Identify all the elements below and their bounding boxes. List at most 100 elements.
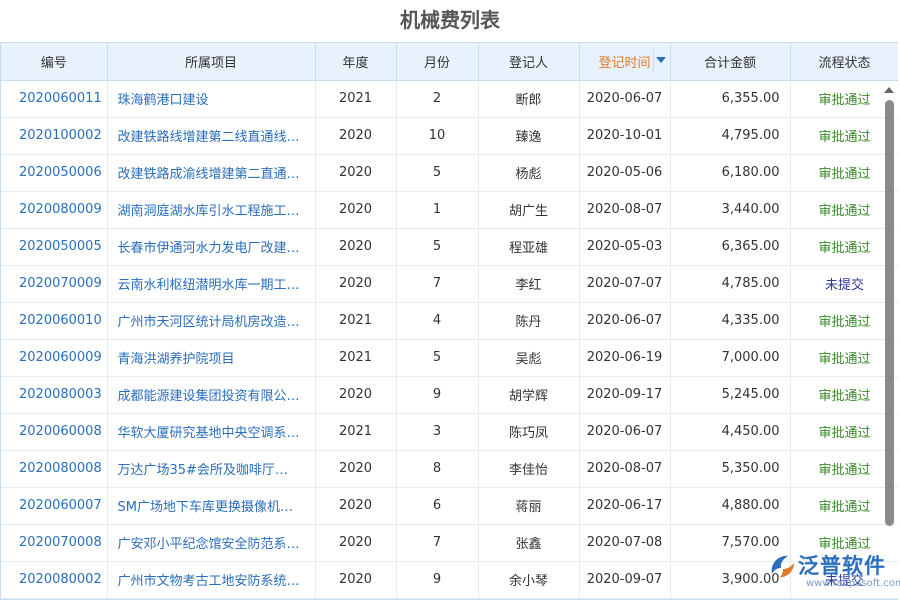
- cell-month: 3: [396, 413, 479, 451]
- cell-date: 2020-06-19: [579, 339, 671, 377]
- column-header-code[interactable]: 编号: [1, 43, 108, 81]
- cell-person: 张鑫: [478, 524, 580, 562]
- cell-date: 2020-08-07: [579, 191, 671, 229]
- cell-code[interactable]: 2020060008: [1, 413, 108, 451]
- cell-year: 2021: [315, 413, 397, 451]
- table-row[interactable]: 2020080002 广州市文物考古工地安防系统… 2020 9 余小琴 2020-09-…: [1, 561, 898, 599]
- cell-project[interactable]: 广安邓小平纪念馆安全防范系…: [107, 524, 316, 562]
- page-title: 机械费列表: [400, 8, 500, 32]
- cell-month: 5: [396, 228, 479, 266]
- cell-month: 6: [396, 487, 479, 525]
- cell-project[interactable]: 青海洪湖养护院项目: [107, 339, 316, 377]
- cell-project[interactable]: 成都能源建设集团投资有限公…: [107, 376, 316, 414]
- cell-project[interactable]: 广州市文物考古工地安防系统…: [107, 561, 316, 599]
- vertical-scrollbar-thumb[interactable]: [885, 100, 894, 526]
- cell-code[interactable]: 2020070009: [1, 265, 108, 303]
- cell-code[interactable]: 2020080008: [1, 450, 108, 488]
- cell-project[interactable]: SM广场地下车库更换摄像机…: [107, 487, 316, 525]
- cell-project[interactable]: 华软大厦研究基地中央空调系…: [107, 413, 316, 451]
- cell-code[interactable]: 2020080009: [1, 191, 108, 229]
- column-header-status[interactable]: 流程状态: [790, 43, 898, 81]
- cell-code[interactable]: 2020050005: [1, 228, 108, 266]
- cell-person: 李红: [478, 265, 580, 303]
- cell-project[interactable]: 广州市天河区统计局机房改造…: [107, 302, 316, 340]
- cell-person: 杨彪: [478, 154, 580, 192]
- cell-status: 审批通过: [790, 80, 898, 118]
- cell-project[interactable]: 改建铁路成渝线增建第二直通…: [107, 154, 316, 192]
- table-row[interactable]: 2020070009 云南水利枢纽潜明水库一期工… 2020 7 李红 2020-07-0…: [1, 265, 898, 303]
- table-header-row: 编号 所属项目 年度 月份 登记人 登记时间 合计金额 流程状态: [1, 43, 898, 81]
- cell-person: 胡广生: [478, 191, 580, 229]
- cell-status: 审批通过: [790, 339, 898, 377]
- table-row[interactable]: 2020050005 长春市伊通河水力发电厂改建… 2020 5 程亚雄 2020-05-…: [1, 228, 898, 266]
- cell-status: 审批通过: [790, 376, 898, 414]
- table-row[interactable]: 2020080008 万达广场35#会所及咖啡厅空… 2020 8 李佳怡 2020-08…: [1, 450, 898, 488]
- cell-person: 蒋丽: [478, 487, 580, 525]
- cell-month: 9: [396, 376, 479, 414]
- cell-amount: 5,245.00: [670, 376, 791, 414]
- table-row[interactable]: 2020080009 湖南洞庭湖水库引水工程施工Ⅰ标 2020 1 胡广生 2020-08…: [1, 191, 898, 229]
- cell-person: 吴彪: [478, 339, 580, 377]
- table-row[interactable]: 2020060009 青海洪湖养护院项目 2021 5 吴彪 2020-06-19 7,00…: [1, 339, 898, 377]
- column-header-date[interactable]: 登记时间: [579, 43, 671, 81]
- column-header-year[interactable]: 年度: [315, 43, 397, 81]
- cell-month: 5: [396, 154, 479, 192]
- cell-status: 审批通过: [790, 413, 898, 451]
- cell-amount: 6,180.00: [670, 154, 791, 192]
- table-row[interactable]: 2020050006 改建铁路成渝线增建第二直通… 2020 5 杨彪 2020-05-0…: [1, 154, 898, 192]
- cell-project[interactable]: 万达广场35#会所及咖啡厅空…: [107, 450, 316, 488]
- cell-date: 2020-07-08: [579, 524, 671, 562]
- cell-date: 2020-05-03: [579, 228, 671, 266]
- cell-year: 2021: [315, 339, 397, 377]
- cell-amount: 6,355.00: [670, 80, 791, 118]
- cell-project[interactable]: 改建铁路线增建第二线直通线…: [107, 117, 316, 155]
- table-row[interactable]: 2020060007 SM广场地下车库更换摄像机… 2020 6 蒋丽 2020-06-1…: [1, 487, 898, 525]
- column-header-person[interactable]: 登记人: [478, 43, 580, 81]
- cell-status: 审批通过: [790, 487, 898, 525]
- cell-status: 审批通过: [790, 154, 898, 192]
- cell-month: 8: [396, 450, 479, 488]
- column-header-month[interactable]: 月份: [396, 43, 479, 81]
- cell-date: 2020-10-01: [579, 117, 671, 155]
- table-row[interactable]: 2020080003 成都能源建设集团投资有限公… 2020 9 胡学辉 2020-09-…: [1, 376, 898, 414]
- cell-code[interactable]: 2020070008: [1, 524, 108, 562]
- cell-year: 2020: [315, 450, 397, 488]
- cell-code[interactable]: 2020080003: [1, 376, 108, 414]
- cell-month: 5: [396, 339, 479, 377]
- cell-year: 2020: [315, 191, 397, 229]
- cell-code[interactable]: 2020060010: [1, 302, 108, 340]
- column-header-project[interactable]: 所属项目: [107, 43, 316, 81]
- table-row[interactable]: 2020060008 华软大厦研究基地中央空调系… 2021 3 陈巧凤 2020-06-…: [1, 413, 898, 451]
- cell-code[interactable]: 2020060009: [1, 339, 108, 377]
- cell-year: 2020: [315, 228, 397, 266]
- cell-project[interactable]: 长春市伊通河水力发电厂改建…: [107, 228, 316, 266]
- brand-logo-icon: [771, 555, 794, 578]
- sort-divider: [652, 49, 654, 73]
- cell-code[interactable]: 2020060007: [1, 487, 108, 525]
- table-body: 2020060011 珠海鹤港口建设 2021 2 断郎 2020-06-07 6,355.…: [1, 80, 898, 599]
- cell-month: 1: [396, 191, 479, 229]
- cell-status: 审批通过: [790, 450, 898, 488]
- cell-year: 2020: [315, 265, 397, 303]
- table-row[interactable]: 2020070008 广安邓小平纪念馆安全防范系… 2020 7 张鑫 2020-07-0…: [1, 524, 898, 562]
- cell-month: 7: [396, 524, 479, 562]
- cell-project[interactable]: 湖南洞庭湖水库引水工程施工Ⅰ标: [107, 191, 316, 229]
- sort-desc-icon[interactable]: [655, 57, 666, 63]
- table-row[interactable]: 2020060010 广州市天河区统计局机房改造… 2021 4 陈丹 2020-06-0…: [1, 302, 898, 340]
- expense-grid: 编号 所属项目 年度 月份 登记人 登记时间 合计金额 流程状态 2020060…: [1, 43, 898, 599]
- cell-code[interactable]: 2020080002: [1, 561, 108, 599]
- column-header-amount[interactable]: 合计金额: [670, 43, 791, 81]
- cell-status: 未提交: [790, 265, 898, 303]
- cell-code[interactable]: 2020050006: [1, 154, 108, 192]
- table-row[interactable]: 2020100002 改建铁路线增建第二线直通线… 2020 10 臻逸 2020-10-…: [1, 117, 898, 155]
- cell-code[interactable]: 2020060011: [1, 80, 108, 118]
- cell-project[interactable]: 云南水利枢纽潜明水库一期工…: [107, 265, 316, 303]
- cell-year: 2020: [315, 561, 397, 599]
- cell-project[interactable]: 珠海鹤港口建设: [107, 80, 316, 118]
- cell-code[interactable]: 2020100002: [1, 117, 108, 155]
- table-row[interactable]: 2020060011 珠海鹤港口建设 2021 2 断郎 2020-06-07 6,355.…: [1, 80, 898, 118]
- scroll-up-arrow-icon[interactable]: [884, 87, 894, 93]
- brand-watermark: 泛普软件 www.fanpusoft.com: [766, 548, 900, 594]
- cell-month: 2: [396, 80, 479, 118]
- cell-year: 2020: [315, 117, 397, 155]
